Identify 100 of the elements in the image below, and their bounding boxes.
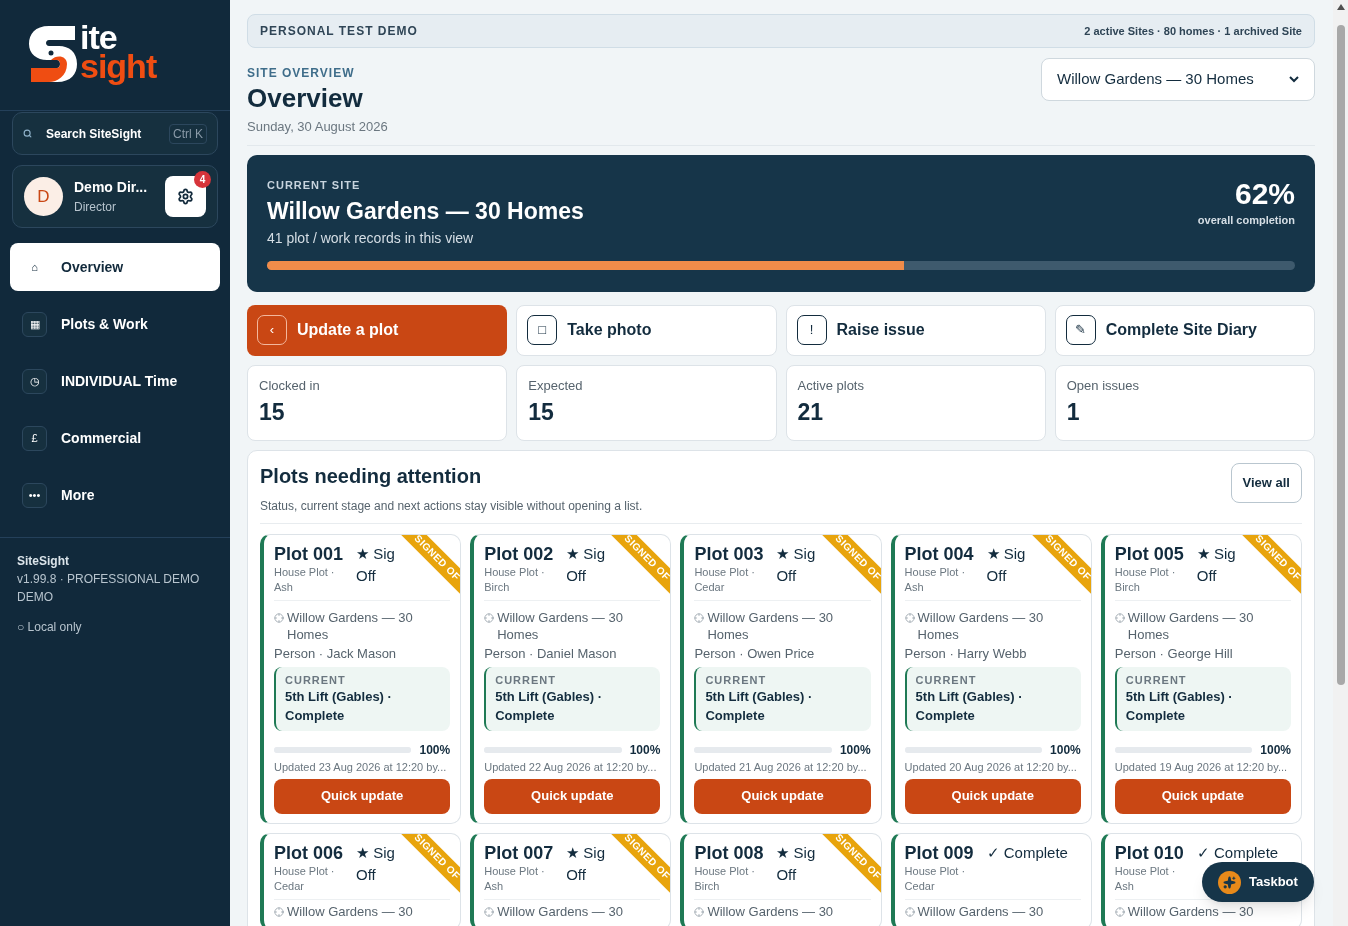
nav-icon: £ bbox=[22, 425, 47, 451]
search-field[interactable]: Search SiteSight Ctrl K bbox=[12, 112, 218, 155]
banner-title: PERSONAL TEST DEMO bbox=[260, 23, 418, 40]
shortcut-key: Ctrl K bbox=[169, 123, 207, 144]
plot-status: ★ Sig Off bbox=[776, 842, 817, 885]
location-icon bbox=[694, 906, 705, 917]
plot-location: Willow Gardens — 30 bbox=[707, 902, 834, 920]
quick-update-button[interactable]: Quick update bbox=[484, 778, 661, 814]
plot-type: House Plot · Birch bbox=[1114, 564, 1177, 595]
action-icon: ‹ bbox=[257, 315, 287, 345]
nav-icon: ▦ bbox=[22, 311, 47, 337]
notification-badge: 4 bbox=[194, 171, 211, 188]
panel-title: Plots needing attention bbox=[260, 463, 483, 489]
scroll-up-arrow-icon[interactable] bbox=[1336, 4, 1345, 10]
current-stage: 5th Lift (Gables) · Complete bbox=[705, 687, 814, 725]
progress-percent: 100% bbox=[839, 741, 871, 759]
action-button[interactable]: □ Take photo bbox=[516, 304, 777, 356]
location-icon bbox=[484, 612, 495, 623]
plot-type: House Plot · Birch bbox=[694, 863, 756, 894]
quick-update-button[interactable]: Quick update bbox=[1114, 778, 1291, 814]
current-stage: 5th Lift (Gables) · Complete bbox=[495, 687, 604, 725]
plot-type: House Plot · Ash bbox=[1114, 863, 1177, 894]
current-label: CURRENT bbox=[1125, 672, 1188, 687]
plot-person: Person · George Hill bbox=[1114, 644, 1234, 662]
plot-location: Willow Gardens — 30 Homes bbox=[917, 608, 1045, 643]
plot-type: House Plot · Cedar bbox=[694, 564, 756, 595]
settings-icon bbox=[177, 188, 194, 205]
completion-percent: 62% bbox=[1234, 175, 1295, 212]
user-role: Director bbox=[74, 199, 117, 216]
plot-location: Willow Gardens — 30 Homes bbox=[707, 608, 835, 643]
plot-location: Willow Gardens — 30 Homes bbox=[287, 608, 414, 643]
stat-label: Open issues bbox=[1066, 376, 1140, 395]
nav-item[interactable]: ◷ INDIVIDUAL Time bbox=[10, 357, 220, 405]
updated-text: Updated 19 Aug 2026 at 12:20 by... bbox=[1114, 759, 1289, 775]
location-icon bbox=[694, 612, 705, 623]
site-select[interactable]: Willow Gardens — 30 Homes bbox=[1041, 58, 1315, 101]
search-icon bbox=[23, 129, 32, 138]
plot-title: Plot 009 bbox=[904, 841, 975, 864]
plot-status: ★ Sig Off bbox=[356, 543, 396, 586]
plot-person: Person · Owen Price bbox=[694, 644, 816, 662]
location-icon bbox=[274, 906, 284, 917]
chevron-icon bbox=[1289, 76, 1299, 83]
action-button[interactable]: ‹ Update a plot bbox=[247, 304, 508, 356]
current-stage: 5th Lift (Gables) · Complete bbox=[285, 687, 393, 725]
plot-location: Willow Gardens — 30 bbox=[287, 902, 413, 920]
nav-item[interactable]: £ Commercial bbox=[10, 414, 220, 462]
plot-status: ★ Sig Off bbox=[1196, 543, 1237, 586]
stat-value: 15 bbox=[528, 398, 555, 427]
updated-text: Updated 23 Aug 2026 at 12:20 by... bbox=[274, 759, 448, 775]
progress-percent: 100% bbox=[1260, 741, 1291, 759]
sync-status: ○ Local only bbox=[17, 619, 83, 636]
plot-title: Plot 005 bbox=[1114, 542, 1185, 565]
current-label: CURRENT bbox=[705, 672, 768, 687]
nav-item[interactable]: ▦ Plots & Work bbox=[10, 300, 220, 348]
current-label: CURRENT bbox=[495, 672, 557, 687]
plot-type: House Plot · Cedar bbox=[904, 863, 967, 894]
taskbot-button[interactable]: Taskbot bbox=[1202, 862, 1314, 902]
settings-button[interactable] bbox=[165, 176, 206, 217]
plot-title: Plot 002 bbox=[484, 542, 555, 565]
stat-label: Clocked in bbox=[259, 376, 321, 395]
plot-location: Willow Gardens — 30 bbox=[1127, 902, 1254, 920]
nav-item[interactable]: ••• More bbox=[10, 471, 220, 519]
updated-text: Updated 21 Aug 2026 at 12:20 by... bbox=[694, 759, 868, 775]
plot-status: ✓ Complete bbox=[986, 842, 1068, 863]
stat-value: 15 bbox=[259, 398, 286, 427]
plot-type: House Plot · Ash bbox=[484, 863, 546, 894]
location-icon bbox=[274, 612, 284, 623]
search-placeholder: Search SiteSight bbox=[46, 125, 143, 143]
progress-percent: 100% bbox=[419, 741, 451, 759]
location-icon bbox=[1114, 906, 1125, 917]
stat-value: 21 bbox=[797, 398, 825, 427]
plot-person: Person · Daniel Mason bbox=[484, 644, 618, 662]
updated-text: Updated 22 Aug 2026 at 12:20 by... bbox=[484, 759, 658, 775]
action-button[interactable]: ! Raise issue bbox=[785, 304, 1046, 356]
plot-title: Plot 006 bbox=[274, 841, 345, 864]
user-avatar: D bbox=[24, 177, 63, 216]
view-all-button[interactable]: View all bbox=[1230, 462, 1302, 503]
scrollbar-thumb[interactable] bbox=[1336, 25, 1345, 685]
plot-person: Person · Jack Mason bbox=[274, 644, 398, 662]
location-icon bbox=[904, 612, 915, 623]
plot-status: ★ Sig Off bbox=[986, 543, 1027, 586]
quick-update-button[interactable]: Quick update bbox=[694, 778, 871, 814]
plot-status: ★ Sig Off bbox=[356, 842, 396, 885]
sparkle-icon bbox=[1218, 870, 1241, 894]
current-label: CURRENT bbox=[915, 672, 978, 687]
nav-item[interactable]: ⌂ Overview bbox=[10, 243, 220, 291]
plot-title: Plot 001 bbox=[274, 542, 345, 565]
plot-location: Willow Gardens — 30 Homes bbox=[497, 608, 624, 643]
plot-type: House Plot · Ash bbox=[274, 564, 336, 595]
quick-update-button[interactable]: Quick update bbox=[274, 778, 451, 814]
nav-icon: ⌂ bbox=[22, 254, 47, 280]
plot-type: House Plot · Cedar bbox=[274, 863, 336, 894]
plot-title: Plot 010 bbox=[1114, 841, 1185, 864]
quick-update-button[interactable]: Quick update bbox=[904, 778, 1081, 814]
site-subtitle: 41 plot / work records in this view bbox=[267, 229, 475, 248]
completion-caption: overall completion bbox=[1197, 212, 1295, 228]
nav-icon: ◷ bbox=[22, 368, 47, 394]
plot-location: Willow Gardens — 30 bbox=[497, 902, 623, 920]
plot-status: ✓ Complete bbox=[1196, 842, 1279, 863]
action-button[interactable]: ✎ Complete Site Diary bbox=[1054, 304, 1315, 356]
